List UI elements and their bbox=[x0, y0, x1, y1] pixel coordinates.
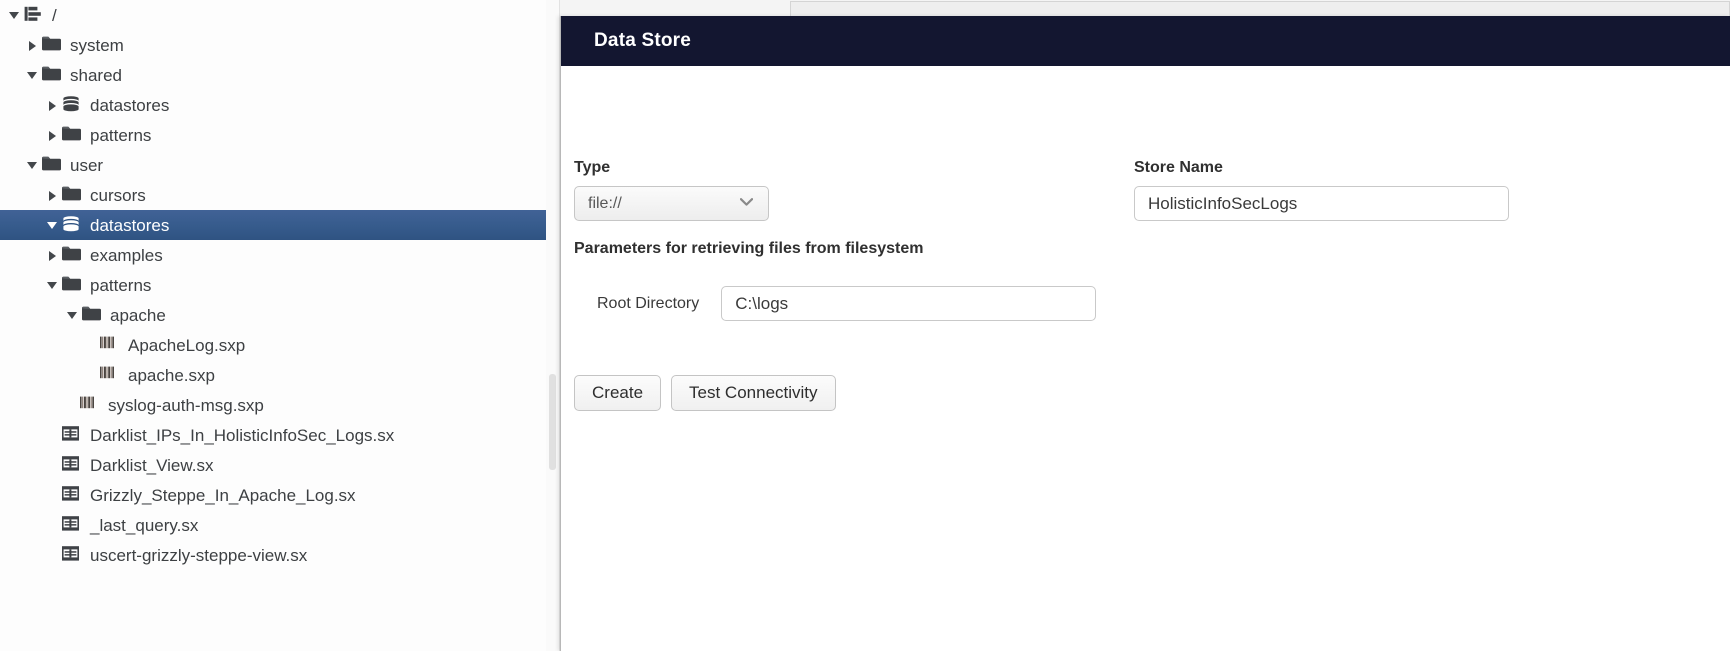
twisty-expanded-icon[interactable] bbox=[64, 307, 80, 323]
create-button[interactable]: Create bbox=[574, 375, 662, 411]
tree-item-shared[interactable]: shared bbox=[0, 60, 546, 90]
tree-item-apache-sxp[interactable]: apache.sxp bbox=[0, 360, 546, 390]
application-window: / system shared datastores patterns user curso… bbox=[0, 0, 1730, 651]
root-directory-label: Root Directory bbox=[597, 294, 700, 312]
folder-icon bbox=[62, 276, 82, 294]
panel-button-row: Create Test Connectivity bbox=[574, 375, 836, 411]
tree-item-label: uscert-grizzly-steppe-view.sx bbox=[90, 545, 308, 565]
folder-icon bbox=[82, 306, 102, 324]
twisty-expanded-icon[interactable] bbox=[24, 67, 40, 83]
chevron-down-icon bbox=[740, 198, 753, 206]
tree-item-label: cursors bbox=[90, 185, 146, 205]
tree-item-patterns[interactable]: patterns bbox=[0, 270, 546, 300]
twisty-none bbox=[44, 487, 60, 503]
panel-header: Data Store bbox=[561, 16, 1730, 66]
tree-item-label: shared bbox=[70, 65, 122, 85]
root-hierarchy-icon bbox=[24, 6, 44, 24]
twisty-none bbox=[44, 547, 60, 563]
datastore-icon bbox=[62, 216, 82, 234]
twisty-none bbox=[82, 367, 98, 383]
tree-item-label: apache bbox=[110, 305, 166, 325]
tree-item-label: Grizzly_Steppe_In_Apache_Log.sx bbox=[90, 485, 356, 505]
folder-icon bbox=[42, 66, 62, 84]
tree-item-label: datastores bbox=[90, 215, 170, 235]
tree-item-grizzly-steppe-in-apache-log-sx[interactable]: Grizzly_Steppe_In_Apache_Log.sx bbox=[0, 480, 546, 510]
store-name-input[interactable]: HolisticInfoSecLogs bbox=[1134, 186, 1509, 221]
file-tree-pane: / system shared datastores patterns user curso… bbox=[0, 0, 546, 651]
tree-item-datastores[interactable]: datastores bbox=[0, 90, 546, 120]
tree-item-uscert-grizzly-steppe-view-sx[interactable]: uscert-grizzly-steppe-view.sx bbox=[0, 540, 546, 570]
store-name-label: Store Name bbox=[1134, 159, 1223, 176]
twisty-expanded-icon[interactable] bbox=[24, 157, 40, 173]
store-name-field-group: Store Name HolisticInfoSecLogs bbox=[1134, 159, 1509, 221]
tree-item-[interactable]: / bbox=[0, 0, 546, 30]
tree-item-user[interactable]: user bbox=[0, 150, 546, 180]
tree-item-label: Darklist_View.sx bbox=[90, 455, 214, 475]
view-file-icon bbox=[62, 426, 82, 444]
tree-item-darklist-view-sx[interactable]: Darklist_View.sx bbox=[0, 450, 546, 480]
folder-icon bbox=[42, 156, 62, 174]
background-left-strip bbox=[546, 0, 560, 651]
tree-item-label: patterns bbox=[90, 125, 152, 145]
tree-item-label: apache.sxp bbox=[128, 365, 215, 385]
twisty-collapsed-icon[interactable] bbox=[44, 127, 60, 143]
tree-item-examples[interactable]: examples bbox=[0, 240, 546, 270]
pattern-file-icon bbox=[80, 396, 100, 414]
twisty-expanded-icon[interactable] bbox=[6, 7, 22, 23]
tree-item-label: Darklist_IPs_In_HolisticInfoSec_Logs.sx bbox=[90, 425, 395, 445]
tree-item-label: patterns bbox=[90, 275, 152, 295]
twisty-none bbox=[82, 337, 98, 353]
tree-item-label: examples bbox=[90, 245, 163, 265]
folder-icon bbox=[62, 246, 82, 264]
tree-item-system[interactable]: system bbox=[0, 30, 546, 60]
type-label: Type bbox=[574, 159, 611, 176]
tree-scrollbar[interactable] bbox=[549, 374, 556, 470]
panel-body: Type file:// Parameters for retrieving f… bbox=[561, 66, 1730, 651]
tree-item-patterns[interactable]: patterns bbox=[0, 120, 546, 150]
parameters-note: Parameters for retrieving files from fil… bbox=[574, 240, 924, 257]
folder-icon bbox=[62, 186, 82, 204]
twisty-expanded-icon[interactable] bbox=[44, 217, 60, 233]
folder-icon bbox=[62, 126, 82, 144]
test-connectivity-button[interactable]: Test Connectivity bbox=[671, 375, 836, 411]
view-file-icon bbox=[62, 486, 82, 504]
datastore-icon bbox=[62, 96, 82, 114]
panel-title: Data Store bbox=[594, 30, 692, 51]
twisty-none bbox=[44, 427, 60, 443]
twisty-none bbox=[44, 517, 60, 533]
twisty-collapsed-icon[interactable] bbox=[24, 37, 40, 53]
root-directory-field-group: Root Directory C:\logs bbox=[597, 286, 1097, 321]
pattern-file-icon bbox=[100, 366, 120, 384]
folder-icon bbox=[42, 36, 62, 54]
twisty-none bbox=[62, 397, 78, 413]
tree-item-label: datastores bbox=[90, 95, 170, 115]
twisty-collapsed-icon[interactable] bbox=[44, 247, 60, 263]
tree-item-apachelog-sxp[interactable]: ApacheLog.sxp bbox=[0, 330, 546, 360]
twisty-none bbox=[44, 457, 60, 473]
twisty-collapsed-icon[interactable] bbox=[44, 97, 60, 113]
type-select[interactable]: file:// bbox=[574, 186, 769, 221]
tree-item-label: ApacheLog.sxp bbox=[128, 335, 246, 355]
view-file-icon bbox=[62, 456, 82, 474]
root-directory-input[interactable]: C:\logs bbox=[721, 286, 1097, 321]
tree-item-last-query-sx[interactable]: _last_query.sx bbox=[0, 510, 546, 540]
tree-item-label: system bbox=[70, 35, 124, 55]
view-file-icon bbox=[62, 546, 82, 564]
tree-item-label: / bbox=[52, 5, 57, 25]
view-file-icon bbox=[62, 516, 82, 534]
data-store-panel: Data Store Type file:// Parameters for r… bbox=[560, 16, 1730, 651]
tree-item-label: syslog-auth-msg.sxp bbox=[108, 395, 264, 415]
twisty-collapsed-icon[interactable] bbox=[44, 187, 60, 203]
background-tab-strip bbox=[790, 1, 1730, 17]
type-field-group: Type file:// bbox=[574, 159, 769, 221]
pattern-file-icon bbox=[100, 336, 120, 354]
tree-item-apache[interactable]: apache bbox=[0, 300, 546, 330]
tree-item-cursors[interactable]: cursors bbox=[0, 180, 546, 210]
twisty-expanded-icon[interactable] bbox=[44, 277, 60, 293]
tree-item-datastores[interactable]: datastores bbox=[0, 210, 546, 240]
tree-item-darklist-ips-in-holisticinfosec-logs-sx[interactable]: Darklist_IPs_In_HolisticInfoSec_Logs.sx bbox=[0, 420, 546, 450]
tree-item-syslog-auth-msg-sxp[interactable]: syslog-auth-msg.sxp bbox=[0, 390, 546, 420]
tree-item-label: _last_query.sx bbox=[90, 515, 199, 535]
tree-item-label: user bbox=[70, 155, 104, 175]
